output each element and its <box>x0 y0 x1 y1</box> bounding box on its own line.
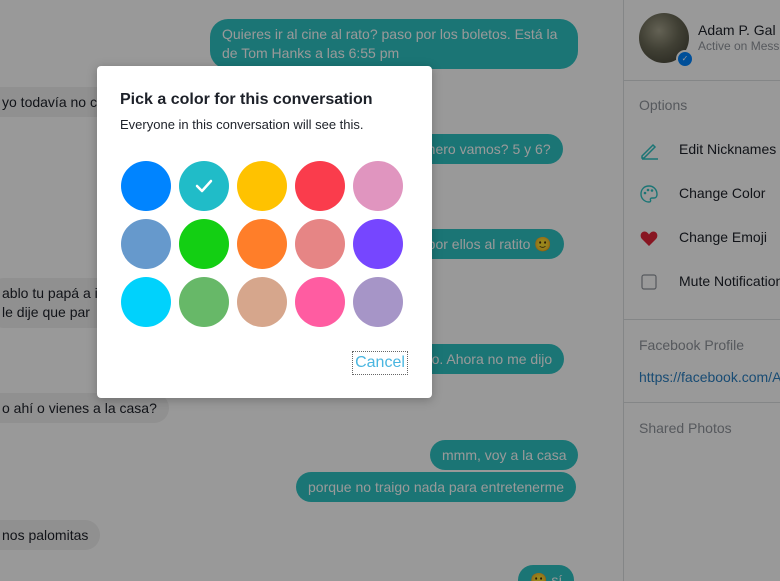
color-swatch[interactable] <box>179 161 229 211</box>
color-swatch[interactable] <box>295 277 345 327</box>
color-swatch[interactable] <box>353 219 403 269</box>
color-swatch[interactable] <box>237 277 287 327</box>
color-swatch[interactable] <box>121 161 171 211</box>
color-swatch[interactable] <box>121 277 171 327</box>
color-swatch[interactable] <box>121 219 171 269</box>
cancel-button[interactable]: Cancel <box>352 351 408 375</box>
color-swatch[interactable] <box>353 161 403 211</box>
color-swatch[interactable] <box>237 161 287 211</box>
color-picker-dialog: Pick a color for this conversation Every… <box>97 66 432 398</box>
color-swatch[interactable] <box>295 219 345 269</box>
color-swatch[interactable] <box>179 277 229 327</box>
dialog-subtitle: Everyone in this conversation will see t… <box>120 117 364 132</box>
color-swatch[interactable] <box>295 161 345 211</box>
color-swatch[interactable] <box>237 219 287 269</box>
checkmark-icon <box>195 179 213 193</box>
color-swatch[interactable] <box>179 219 229 269</box>
dialog-title: Pick a color for this conversation <box>120 91 373 108</box>
color-swatch[interactable] <box>353 277 403 327</box>
